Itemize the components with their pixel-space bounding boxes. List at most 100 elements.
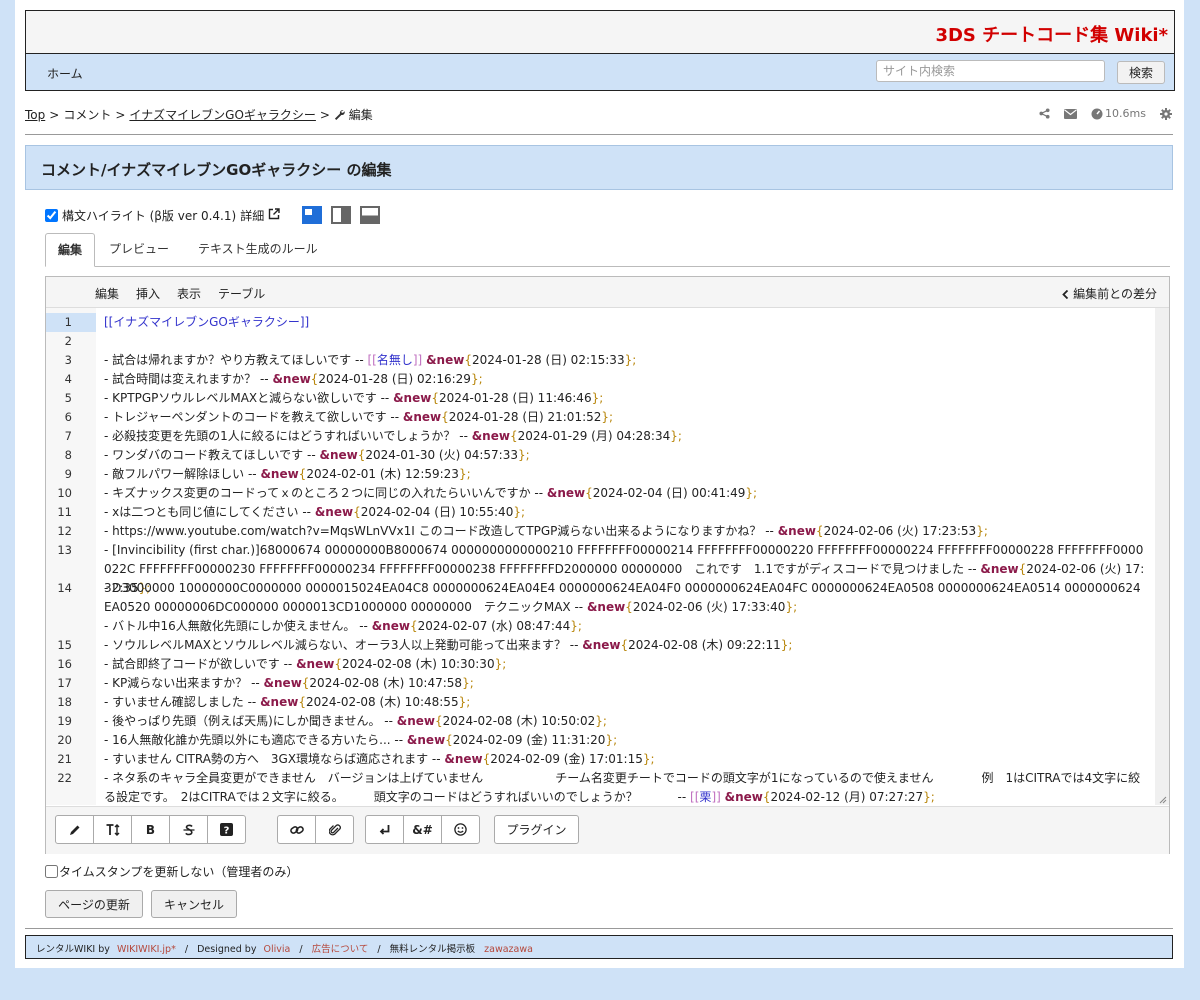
smile-icon[interactable] (441, 815, 480, 844)
line-text: - 試合は帰れますか？やり方教えてほしいです -- [[名無し]] &new{2… (104, 351, 1147, 370)
bold-icon[interactable]: B (131, 815, 170, 844)
code-line[interactable]: 11 - xは二つとも同じ値にしてください -- &new{2024-02-04 … (46, 503, 1155, 522)
code-line[interactable]: 9 - 敵フルパワー解除ほしい -- &new{2024-02-01 (木) 12… (46, 465, 1155, 484)
plugin-button[interactable]: プラグイン (494, 815, 579, 844)
line-number-text: 15 (57, 638, 72, 652)
code-line[interactable]: 21 - すいません CITRA勢の方へ 3GX環境ならば適応されます -- &n… (46, 750, 1155, 769)
menu-insert[interactable]: 挿入 (136, 285, 160, 302)
code-line[interactable]: 17 - KP減らない出来ますか？ -- &new{2024-02-08 (木) … (46, 674, 1155, 693)
code-line[interactable]: 19 - 後やっぱり先頭（例えば天馬)にしか聞きません。 -- &new{2024… (46, 712, 1155, 731)
timestamp-checkbox[interactable] (45, 865, 58, 878)
editor-menubar: 編集 挿入 表示 テーブル 編集前との差分 (46, 277, 1169, 308)
syntax-highlight-checkbox[interactable] (45, 208, 58, 222)
code-line[interactable]: 18 - すいません確認しました -- &new{2024-02-08 (木) 1… (46, 693, 1155, 712)
tab-preview[interactable]: プレビュー (97, 233, 181, 265)
token-br: ]] (412, 353, 423, 367)
code-line[interactable]: 10 - キズナックス変更のコードってｘのところ２つに同じの入れたらいいんですか … (46, 484, 1155, 503)
token-t: - 試合は帰れますか？やり方教えてほしいです -- (104, 353, 368, 367)
line-number: 18 (46, 693, 72, 712)
search-input[interactable] (876, 60, 1105, 82)
line-text: - 16人無敵化誰か先頭以外にも適応できる方いたら... -- &new{202… (104, 731, 1147, 750)
token-new: &new (272, 372, 311, 386)
link-icon[interactable] (277, 815, 316, 844)
tab-edit[interactable]: 編集 (45, 233, 96, 267)
code-line[interactable]: 13- [Invincibility (first char.)]6800067… (46, 541, 1155, 595)
share-icon[interactable] (1039, 108, 1050, 119)
nav-home-link[interactable]: ホーム (47, 65, 83, 82)
help-icon[interactable]: ? (207, 815, 246, 844)
breadcrumb-sep: > (115, 108, 126, 122)
breadcrumb-top[interactable]: Top (25, 108, 45, 122)
token-par: }; (570, 619, 582, 633)
token-t: - すいません確認しました -- (104, 695, 261, 709)
code-line[interactable]: 5 - KPTPGPソウルレベルMAXと減らない欲しいです -- &new{202… (46, 389, 1155, 408)
token-t: - ワンダバのコード教えてほしいです -- (104, 448, 320, 462)
code-line[interactable]: 22 - ネタ系のキャラ全員変更ができません バージョンは上げていません チーム名… (46, 769, 1155, 805)
token-par: }; (624, 353, 637, 367)
line-text: - すいません CITRA勢の方へ 3GX環境ならば適応されます -- &new… (104, 750, 1147, 769)
token-new: &new (777, 524, 816, 538)
token-t: 2024-02-09 (金) 17:01:15 (490, 752, 643, 766)
token-t: - キズナックス変更のコードってｘのところ２つに同じの入れたらいいんですか -- (104, 486, 547, 500)
entity-icon[interactable]: &# (403, 815, 442, 844)
menu-view[interactable]: 表示 (177, 285, 201, 302)
editor-scrollbar[interactable] (1155, 308, 1169, 805)
page-title-box: コメント/イナズマイレブンGOギャラクシー の編集 (25, 145, 1173, 190)
line-number: 20 (46, 731, 72, 750)
navbar: ホーム 検索 (25, 53, 1175, 91)
layout-single-icon[interactable] (302, 206, 323, 224)
code-line[interactable]: 15 - ソウルレベルMAXとソウルレベル減らない、オーラ3人以上発動可能って出来… (46, 636, 1155, 655)
line-number-text: 12 (57, 524, 72, 538)
diff-link[interactable]: 編集前との差分 (1062, 285, 1157, 302)
breadcrumb-page[interactable]: イナズマイレブンGOギャラクシー (129, 108, 316, 122)
line-text: - 必殺技変更を先頭の1人に絞るにはどうすればいいでしょうか？ -- &new{… (104, 427, 1147, 446)
cancel-button[interactable]: キャンセル (151, 890, 237, 918)
code-line[interactable]: 1 [[イナズマイレブンGOギャラクシー]] (46, 313, 1155, 332)
code-line[interactable]: 2 (46, 332, 1155, 351)
update-page-button[interactable]: ページの更新 (45, 890, 143, 918)
code-editor[interactable]: 1 [[イナズマイレブンGOギャラクシー]] 2 3 - 試合は帰れますか？やり方教えて… (46, 308, 1155, 805)
code-line[interactable]: 16 - 試合即終了コードが欲しいです -- &new{2024-02-08 (木… (46, 655, 1155, 674)
code-line[interactable]: 6 - トレジャーペンダントのコードを教えて欲しいです -- &new{2024-… (46, 408, 1155, 427)
line-text: - すいません確認しました -- &new{2024-02-08 (木) 10:… (104, 693, 1147, 712)
menu-table[interactable]: テーブル (218, 285, 265, 302)
token-new: &new (444, 752, 483, 766)
code-line[interactable]: 4 - 試合時間は変えれますか？ -- &new{2024-01-28 (日) 0… (46, 370, 1155, 389)
layout-horizontal-split-icon[interactable] (360, 206, 381, 224)
code-line[interactable]: - バトル中16人無敵化先頭にしか使えません。 -- &new{2024-02-… (46, 617, 1155, 636)
strike-icon[interactable] (169, 815, 208, 844)
external-link-icon[interactable] (268, 207, 280, 223)
code-line[interactable]: 8 - ワンダバのコード教えてほしいです -- &new{2024-01-30 (… (46, 446, 1155, 465)
mail-icon[interactable] (1064, 108, 1078, 119)
token-br: ]] (711, 790, 721, 804)
code-line[interactable]: 12 - https://www.youtube.com/watch?v=MqsW… (46, 522, 1155, 541)
enter-icon[interactable] (365, 815, 404, 844)
tab-text-rules[interactable]: テキスト生成のルール (186, 233, 330, 265)
gear-icon[interactable] (1160, 107, 1172, 120)
footer-wikiwiki-link[interactable]: WIKIWIKI.jp* (117, 944, 176, 955)
footer-olivia-link[interactable]: Olivia (264, 944, 291, 955)
site-title[interactable]: 3DS チートコード集 Wiki* (935, 21, 1168, 47)
token-par: }; (518, 448, 530, 462)
search-button[interactable]: 検索 (1117, 61, 1165, 84)
token-link: 栗 (699, 790, 712, 804)
footer-zawazawa-link[interactable]: zawazawa (484, 944, 533, 955)
resize-handle-icon[interactable] (1157, 793, 1167, 804)
text-size-icon[interactable] (93, 815, 132, 844)
code-line[interactable]: 7 - 必殺技変更を先頭の1人に絞るにはどうすればいいでしょうか？ -- &new… (46, 427, 1155, 446)
pencil-icon[interactable] (55, 815, 94, 844)
menu-edit[interactable]: 編集 (95, 285, 119, 302)
code-line[interactable]: 14 - D3000000 10000000C0000000 0000015024… (46, 579, 1155, 617)
token-t: - ソウルレベルMAXとソウルレベル減らない、オーラ3人以上発動可能って出来ます… (104, 638, 583, 652)
footer-ad-link[interactable]: 広告について (312, 944, 369, 955)
token-par: { (585, 486, 593, 500)
attach-icon[interactable] (315, 815, 354, 844)
token-new: &new (296, 657, 335, 671)
layout-vertical-split-icon[interactable] (331, 206, 352, 224)
syntax-details-link[interactable]: 詳細 (240, 207, 264, 224)
code-line[interactable]: 20 - 16人無敵化誰か先頭以外にも適応できる方いたら... -- &new{2… (46, 731, 1155, 750)
site-header: 3DS チートコード集 Wiki* (25, 10, 1175, 53)
line-number-text: 11 (57, 505, 72, 519)
line-number-text: 18 (57, 695, 72, 709)
code-line[interactable]: 3 - 試合は帰れますか？やり方教えてほしいです -- [[名無し]] &new{… (46, 351, 1155, 370)
